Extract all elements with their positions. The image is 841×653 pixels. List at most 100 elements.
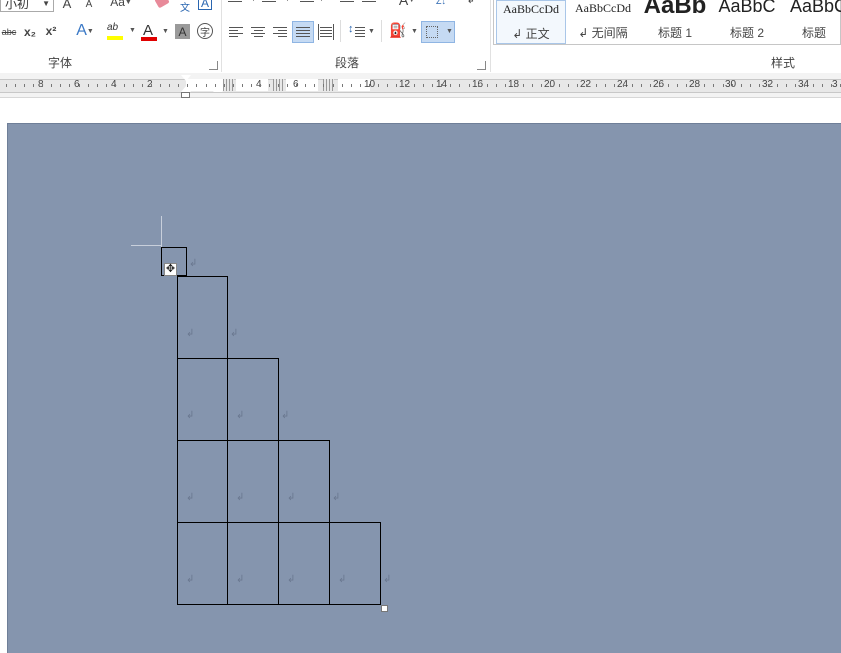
table-cell[interactable] <box>177 276 228 359</box>
increase-indent-button[interactable] <box>362 0 376 6</box>
ruler-tick <box>387 84 388 87</box>
table-cell[interactable] <box>329 522 381 605</box>
align-left-button[interactable] <box>229 25 243 39</box>
phonetic-guide-button[interactable]: 文 <box>178 0 192 14</box>
crop-mark-horizontal <box>131 245 162 246</box>
ruler-tick <box>713 84 714 87</box>
change-case-button[interactable]: Aa ▼ <box>110 0 132 9</box>
right-indent-marker[interactable] <box>213 86 223 92</box>
enclose-char-button[interactable]: 字 <box>197 23 213 39</box>
table-resize-handle[interactable] <box>381 605 388 612</box>
distributed-button[interactable] <box>318 24 334 40</box>
line-spacing-button[interactable]: ↕ ▼ <box>348 23 375 40</box>
paragraph-mark: ↲ <box>287 574 296 585</box>
horizontal-ruler[interactable]: 8 6 4 2 4 6 10 12 14 16 18 20 22 24 26 2… <box>0 73 841 98</box>
align-right-button[interactable] <box>273 25 287 39</box>
ruler-tick <box>314 84 315 87</box>
ruler-tick <box>459 84 460 87</box>
borders-button[interactable]: ▼ <box>421 21 455 43</box>
divider <box>340 20 341 42</box>
sort-button[interactable]: Z↓ <box>432 0 450 7</box>
ruler-tick <box>224 84 225 87</box>
chinese-layout-button[interactable]: A ▼ <box>396 0 418 8</box>
table-cell[interactable] <box>278 440 330 523</box>
bullets-button[interactable]: ▼ <box>228 0 258 6</box>
ruler-tick <box>432 84 433 87</box>
ruler-tick <box>496 84 497 87</box>
group-divider <box>221 0 222 72</box>
ruler-tick <box>559 84 560 87</box>
ruler-tick <box>305 84 306 87</box>
char-shading-button[interactable]: A <box>175 24 190 39</box>
font-size-combobox[interactable]: 小初 ▼ <box>0 0 54 12</box>
ruler-tick <box>686 84 687 87</box>
multilevel-list-button[interactable]: ▼ <box>300 0 326 6</box>
ruler-tick <box>42 84 43 87</box>
style-heading-1[interactable]: AaBb 标题 1 <box>640 0 710 44</box>
ruler-tick <box>79 84 80 87</box>
table-cell[interactable] <box>177 522 228 605</box>
font-size-value: 小初 <box>5 0 30 11</box>
table-move-handle-icon[interactable]: ✥ <box>164 263 177 276</box>
table-cell[interactable] <box>177 440 228 523</box>
style-normal[interactable]: AaBbCcDd ↲ 正文 <box>496 0 566 44</box>
grow-font-button[interactable]: A <box>60 0 74 11</box>
strikethrough-button[interactable]: abc <box>0 25 18 39</box>
ruler-tick <box>623 84 624 87</box>
justify-button[interactable] <box>292 21 314 43</box>
shrink-font-button[interactable]: A <box>82 0 96 11</box>
subscript-button[interactable]: x₂ <box>21 24 39 40</box>
paragraph-mark: ↲ <box>186 574 195 585</box>
show-marks-button[interactable]: ↲ <box>466 0 476 6</box>
paragraph-group-label: 段落 <box>335 56 360 70</box>
table-cell[interactable] <box>278 522 330 605</box>
group-divider <box>490 0 491 72</box>
ruler-tick <box>278 84 279 87</box>
ruler-tick <box>650 84 651 87</box>
crop-mark-vertical <box>161 216 162 247</box>
shading-button[interactable]: ⛽ ▼ <box>389 22 419 42</box>
decrease-indent-button[interactable] <box>340 0 354 6</box>
ruler-tick <box>550 84 551 87</box>
ruler-tick <box>695 84 696 87</box>
clear-format-eraser-icon[interactable] <box>154 0 170 9</box>
table-cell[interactable] <box>227 358 279 441</box>
ruler-tick <box>804 84 805 87</box>
highlight-button[interactable]: ab ▼ <box>105 22 137 42</box>
ruler-tick <box>342 84 343 87</box>
chevron-down-icon[interactable]: ▼ <box>42 0 50 13</box>
ruler-tick <box>360 84 361 87</box>
ruler-tick <box>24 84 25 87</box>
align-center-button[interactable] <box>251 25 265 39</box>
table-cell[interactable] <box>227 440 279 523</box>
style-title[interactable]: AaBbC 标题 <box>784 0 841 44</box>
ruler-tick <box>178 84 179 87</box>
ruler-tick <box>333 84 334 87</box>
font-color-button[interactable]: A ▼ <box>140 22 170 42</box>
paragraph-dialog-launcher-icon[interactable] <box>477 61 486 70</box>
table-cell[interactable] <box>227 522 279 605</box>
char-border-button[interactable]: A <box>198 0 212 10</box>
ruler-tick <box>142 84 143 87</box>
ruler-tick <box>169 84 170 87</box>
ruler-tick <box>505 84 506 87</box>
ruler-tick <box>60 84 61 87</box>
ruler-cell-area <box>236 79 268 91</box>
ruler-tick <box>15 84 16 87</box>
ruler-tick <box>106 84 107 87</box>
first-line-indent-marker[interactable] <box>181 75 191 81</box>
style-no-spacing[interactable]: AaBbCcDd ↲ 无间隔 <box>568 0 638 44</box>
numbering-button[interactable]: ▼ <box>262 0 292 6</box>
text-effect-button[interactable]: A ▼ <box>72 22 98 40</box>
style-heading-2[interactable]: AaBbC 标题 2 <box>712 0 782 44</box>
ruler-tick <box>831 84 832 87</box>
ruler-tick <box>88 84 89 87</box>
font-dialog-launcher-icon[interactable] <box>209 61 218 70</box>
ruler-tick <box>532 84 533 87</box>
paragraph-mark: ↲ <box>189 258 198 269</box>
ruler-number: 30 <box>725 79 737 90</box>
table-cell[interactable] <box>177 358 228 441</box>
superscript-button[interactable]: x² <box>42 23 60 39</box>
ruler-tick <box>813 84 814 87</box>
document-page[interactable] <box>7 123 841 653</box>
